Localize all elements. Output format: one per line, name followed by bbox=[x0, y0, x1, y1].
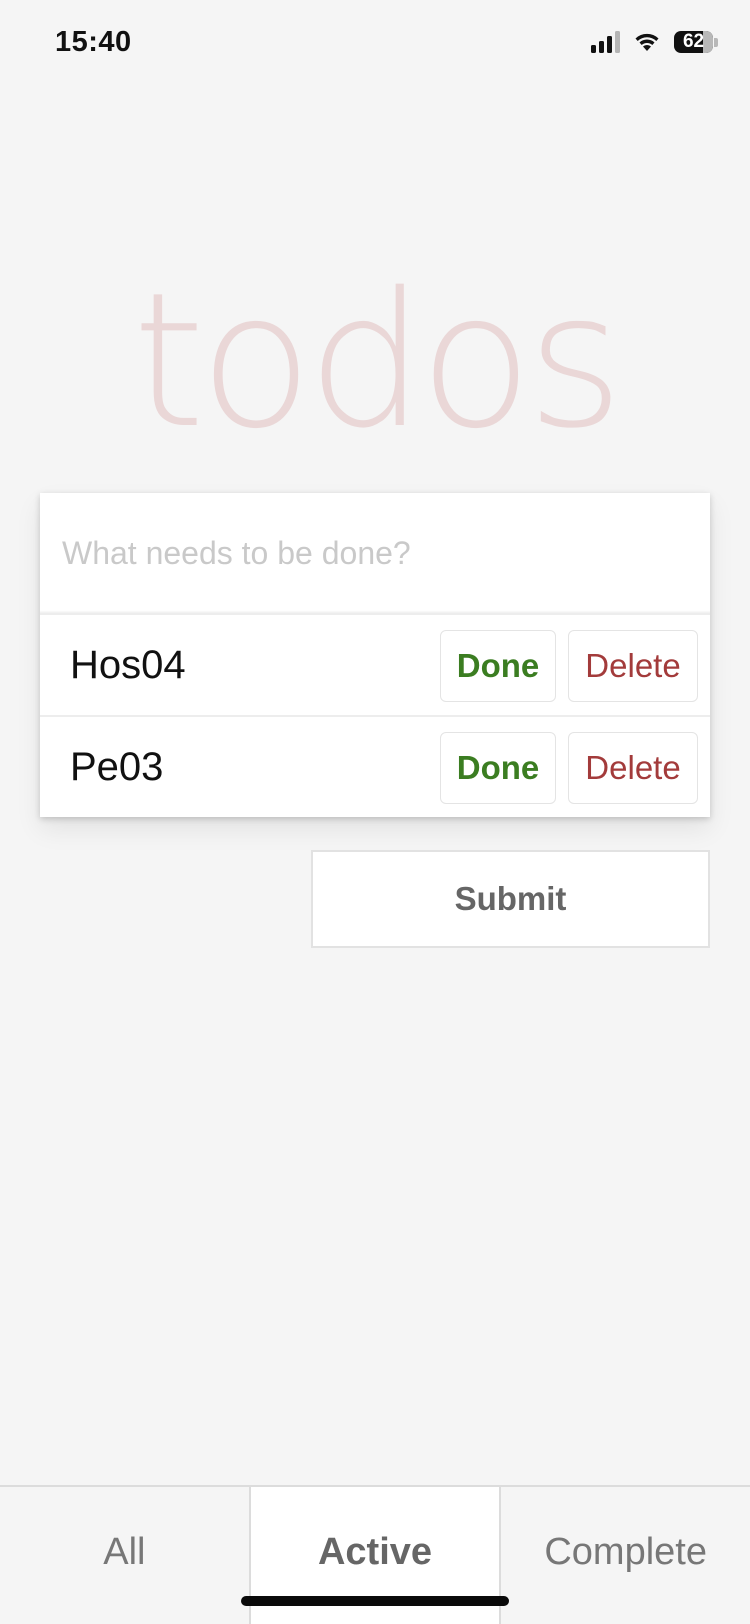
todo-card: Hos04 Done Delete Pe03 Done Delete bbox=[40, 493, 710, 817]
wifi-icon bbox=[635, 33, 659, 51]
battery-icon: 62 bbox=[674, 30, 718, 54]
filter-tab-all[interactable]: All bbox=[0, 1487, 249, 1624]
done-button[interactable]: Done bbox=[440, 630, 556, 702]
app-title: todos bbox=[132, 252, 624, 469]
submit-button[interactable]: Submit bbox=[311, 850, 710, 948]
status-icons: 62 bbox=[591, 30, 718, 54]
new-todo-input[interactable] bbox=[40, 493, 710, 613]
todo-item-actions: Done Delete bbox=[440, 630, 698, 702]
cellular-signal-icon bbox=[591, 31, 620, 53]
status-bar: 15:40 62 bbox=[0, 0, 750, 92]
todo-item-text: Pe03 bbox=[70, 744, 164, 789]
todo-item: Hos04 Done Delete bbox=[40, 613, 710, 715]
delete-button[interactable]: Delete bbox=[568, 630, 698, 702]
filter-tab-complete[interactable]: Complete bbox=[501, 1487, 750, 1624]
todo-list: Hos04 Done Delete Pe03 Done Delete bbox=[40, 613, 710, 817]
delete-button[interactable]: Delete bbox=[568, 732, 698, 804]
battery-level: 62 bbox=[682, 31, 705, 52]
todo-item-actions: Done Delete bbox=[440, 732, 698, 804]
todo-item: Pe03 Done Delete bbox=[40, 715, 710, 817]
status-time: 15:40 bbox=[55, 26, 132, 58]
home-indicator bbox=[241, 1596, 509, 1606]
done-button[interactable]: Done bbox=[440, 732, 556, 804]
todo-item-text: Hos04 bbox=[70, 642, 186, 687]
